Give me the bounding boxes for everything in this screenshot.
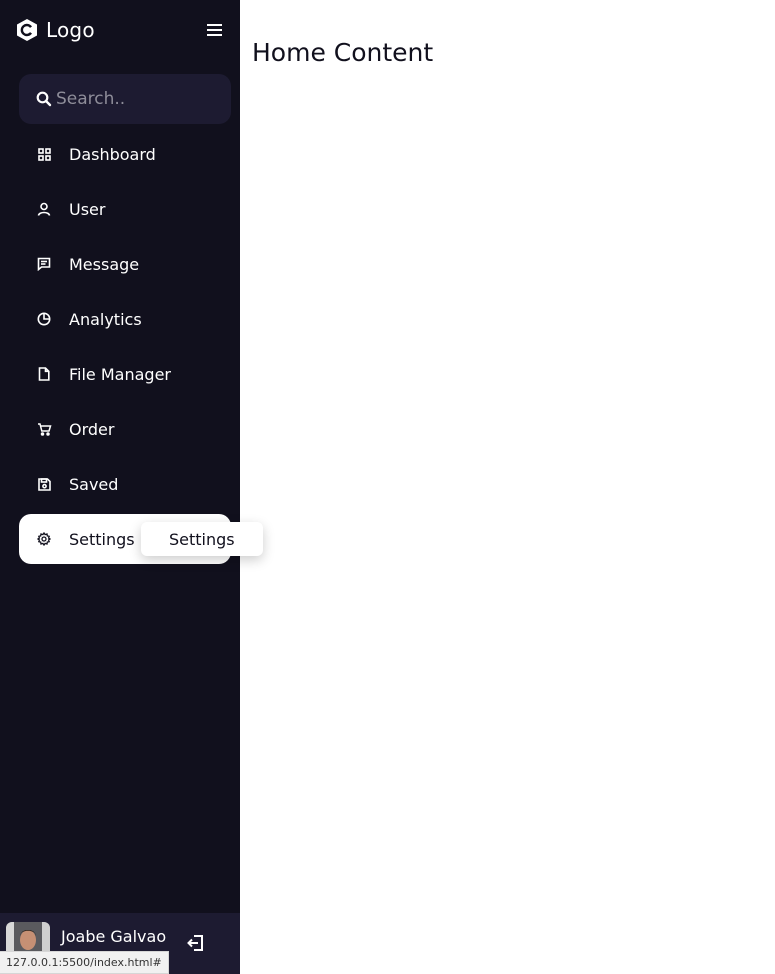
main-content: Home Content (240, 0, 775, 974)
hamburger-menu-icon[interactable] (204, 20, 224, 40)
sidebar-item-order[interactable]: Order (19, 404, 231, 454)
logo-text: Logo (46, 18, 95, 42)
sidebar-item-label: User (69, 199, 106, 219)
file-icon (36, 366, 52, 382)
pie-chart-icon (36, 311, 52, 327)
sidebar-item-label: Message (69, 254, 140, 274)
sidebar-item-saved[interactable]: Saved (19, 459, 231, 509)
search-icon[interactable] (36, 91, 52, 107)
nav-list: Dashboard User Message Analytics File Ma… (19, 129, 231, 569)
sidebar-item-user[interactable]: User (19, 184, 231, 234)
chat-icon (36, 256, 52, 272)
sidebar-item-label: Saved (69, 474, 119, 494)
cart-icon (36, 421, 52, 437)
save-icon (36, 476, 52, 492)
sidebar-item-label: Settings (69, 529, 135, 549)
sidebar-item-label: Dashboard (69, 144, 156, 164)
logo[interactable]: Logo (16, 16, 228, 44)
search-box[interactable] (19, 74, 231, 124)
sidebar-item-message[interactable]: Message (19, 239, 231, 289)
status-bar-url: 127.0.0.1:5500/index.html# (0, 951, 169, 974)
sidebar-item-file-manager[interactable]: File Manager (19, 349, 231, 399)
page-title: Home Content (252, 38, 434, 67)
user-icon (36, 201, 52, 217)
gear-icon (36, 531, 52, 547)
sidebar-item-label: File Manager (69, 364, 171, 384)
search-input[interactable] (56, 89, 216, 109)
sidebar-item-label: Analytics (69, 309, 142, 329)
hexagon-logo-icon (16, 18, 38, 42)
sidebar-item-label: Order (69, 419, 115, 439)
sidebar: Logo Dashboard (0, 0, 240, 974)
logout-icon[interactable] (186, 933, 208, 955)
profile-name: Joabe Galvao (61, 927, 167, 946)
grid-icon (36, 146, 52, 162)
sidebar-item-dashboard[interactable]: Dashboard (19, 129, 231, 179)
sidebar-item-analytics[interactable]: Analytics (19, 294, 231, 344)
